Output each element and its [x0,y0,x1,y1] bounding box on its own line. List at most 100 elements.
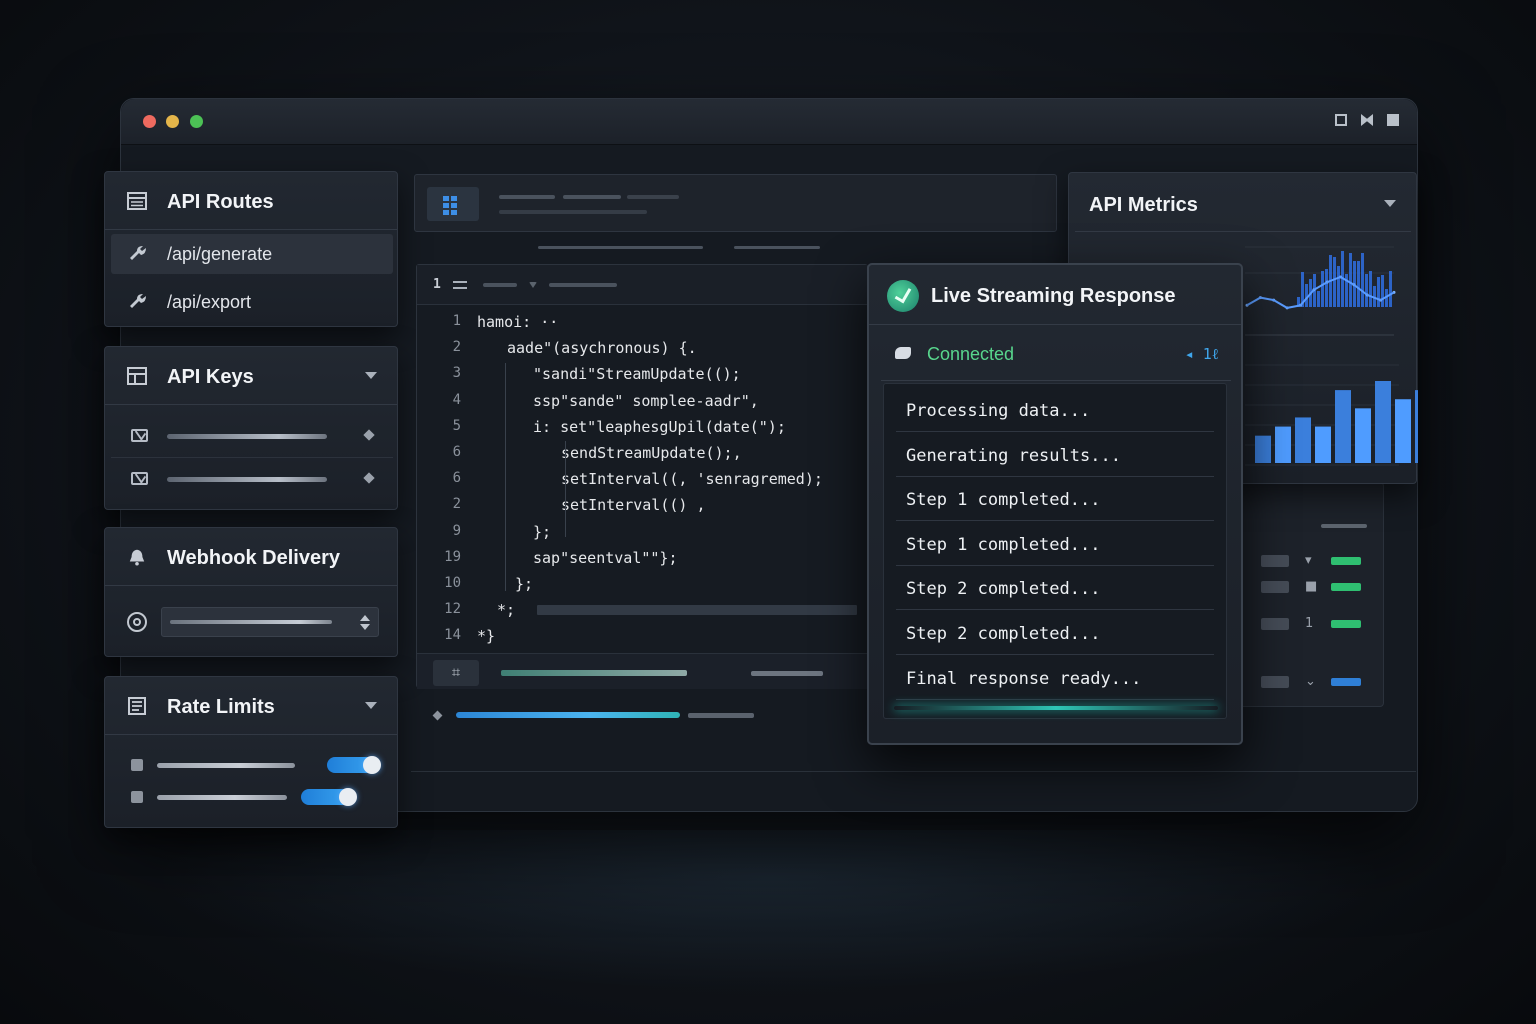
line-number: 3 [452,365,461,382]
api-keys-header[interactable]: API Keys [105,347,397,405]
status-label-placeholder [1261,676,1289,688]
route-item-generate[interactable]: /api/generate [111,234,393,274]
code-line[interactable]: 6 sendStreamUpdate();, [417,444,869,468]
code-line[interactable]: 1 hamoi: ·· [417,313,869,337]
rate-limits-header[interactable]: Rate Limits [105,677,397,735]
placeholder-text [499,210,647,214]
webhook-header: Webhook Delivery [105,528,397,586]
code-line[interactable]: 6 setInterval((, 'senragremed); [417,470,869,494]
code-text: "sandi"StreamUpdate((); [533,365,741,384]
stream-log-text: Generating results... [906,445,1121,466]
target-icon [127,612,147,632]
minimize-window-button[interactable] [166,115,179,128]
code-text: hamoi: ·· [477,313,559,331]
close-icon[interactable] [1387,114,1399,126]
code-line[interactable]: 2 setInterval(() , [417,496,869,520]
code-text: sap"seentval""}; [533,548,678,567]
connection-status: Connected ◂ 1ℓ [881,325,1231,381]
line-number: 6 [452,470,461,487]
metric-spike [1389,271,1392,307]
metric-spike [1305,284,1308,307]
metric-bar [1275,426,1291,463]
mail-icon [131,472,148,485]
line-number: 4 [452,391,461,408]
code-line[interactable]: 2 aade"(asychronous) {. [417,339,869,363]
status-pill [1331,620,1361,628]
zoom-window-button[interactable] [190,115,203,128]
api-routes-panel: API Routes /api/generate /api/export [104,171,398,327]
code-line[interactable]: 10}; [417,575,869,599]
grid-view-button[interactable] [427,187,479,221]
stream-log-item: Processing data... [896,388,1214,432]
stream-progress-bar [456,712,680,718]
code-text: i: set"leaphesgUpil(date("); [533,417,786,436]
code-line[interactable]: 5 i: set"leaphesgUpil(date("); [417,418,869,442]
stream-log-text: Step 1 completed... [906,490,1101,511]
line-number: 9 [452,522,461,539]
code-line[interactable]: 9}; [417,523,869,547]
code-editor[interactable]: 1 1 hamoi: ·· 2 aade"(asychronous) {. 3 "sand… [416,264,869,689]
list-icon [128,697,146,715]
metric-bar [1335,390,1351,463]
editor-toolbar [414,174,1057,232]
wrench-icon [130,246,146,260]
divider [411,771,1416,772]
bullet-icon [131,759,143,771]
status-text: Connected [927,344,1015,364]
code-line[interactable]: 19 sap"seentval""}; [417,549,869,573]
code-text: aade"(asychronous) {. [507,339,697,358]
hash-icon[interactable]: ⌗ [433,660,479,686]
stream-log-item: Step 2 completed... [896,566,1214,611]
code-text: ssp"sande" somplee-aadr", [533,391,759,410]
stream-log-item: Final response ready... [896,656,1214,700]
tab-placeholder[interactable] [549,283,617,287]
route-label: /api/export [167,292,252,312]
floor-reflection [150,830,1390,990]
close-window-button[interactable] [143,115,156,128]
stream-log-text: Final response ready... [906,668,1142,689]
stream-log-item: Step 1 completed... [896,477,1214,522]
mail-icon [131,429,148,442]
line-number: 12 [444,601,461,618]
chevron-down-icon[interactable] [365,702,377,709]
toggle-knob [363,756,381,774]
metric-bar [1295,417,1311,463]
restore-icon[interactable] [1335,114,1347,126]
code-text: setInterval((, 'senragremed); [561,470,823,489]
status-indicator[interactable]: ◂ 1ℓ [1185,345,1219,364]
metric-spike [1357,261,1360,307]
status-pill [1331,557,1361,565]
rate-limit-row [131,755,381,775]
line-number: 19 [444,548,461,565]
menu-icon[interactable] [453,280,467,290]
diamond-icon[interactable] [363,429,375,441]
stream-log-item: Generating results... [896,433,1214,477]
rate-limit-toggle[interactable] [301,788,357,806]
status-label-placeholder [1261,555,1289,567]
route-item-export[interactable]: /api/export [111,282,393,322]
metric-spike [1321,271,1324,307]
chevron-down-icon[interactable] [529,282,537,288]
chevron-down-icon[interactable] [1384,200,1396,207]
code-text: *; [497,601,516,620]
api-routes-title: API Routes [167,191,274,213]
metric-bar [1355,408,1371,463]
tab-placeholder[interactable] [483,283,517,287]
diamond-icon[interactable] [363,472,375,484]
rate-limit-toggle[interactable] [327,756,381,774]
bell-icon [129,549,145,566]
api-key-row[interactable] [111,415,393,457]
api-metrics-title: API Metrics [1089,194,1198,216]
maximize-icon[interactable] [1361,114,1373,126]
limit-bar [157,763,295,768]
stream-log-item: Step 1 completed... [896,522,1214,566]
api-key-row[interactable] [111,457,393,499]
code-line[interactable]: 3 "sandi"StreamUpdate((); [417,365,869,389]
webhook-endpoint-select[interactable] [161,607,379,637]
card-placeholder [1321,524,1367,528]
masked-key [167,477,327,482]
placeholder-text [499,195,555,199]
chevron-down-icon[interactable] [365,372,377,379]
code-line[interactable]: 14 *} [417,627,869,651]
code-line[interactable]: 4 ssp"sande" somplee-aadr", [417,392,869,416]
